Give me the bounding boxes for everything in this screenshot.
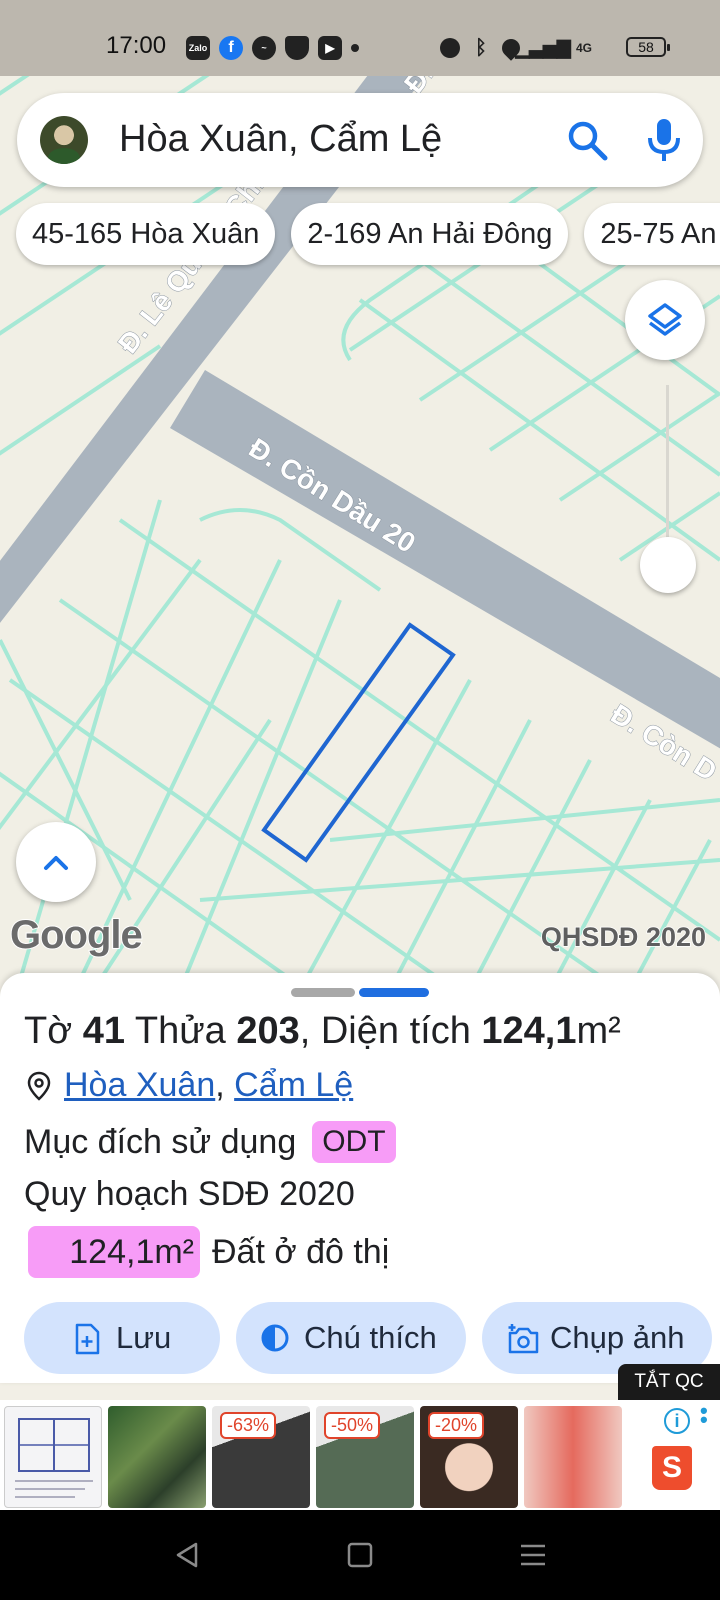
chip-hoa-xuan[interactable]: 45-165 Hòa Xuân <box>16 203 276 265</box>
plan-area-badge: 124,1m² <box>28 1226 200 1278</box>
ad-menu-icon[interactable]: • • <box>700 1400 708 1431</box>
opacity-slider-thumb[interactable] <box>640 537 696 593</box>
search-icon[interactable] <box>565 118 609 162</box>
discount-badge: -50% <box>324 1412 381 1439</box>
save-button[interactable]: Lưu <box>24 1302 220 1374</box>
status-time: 17:00 <box>106 32 167 59</box>
battery-icon: 58 <box>626 37 670 57</box>
ad-info-icon[interactable]: i <box>664 1408 690 1434</box>
opacity-slider-track[interactable] <box>666 385 669 555</box>
ad-banner[interactable]: -63% -50% -20% i • • S <box>0 1400 720 1510</box>
home-icon[interactable] <box>345 1540 375 1570</box>
discount-badge: -20% <box>428 1412 485 1439</box>
back-icon[interactable] <box>172 1540 202 1570</box>
status-bar: 17:00 Zalo f ~ ▶ ᛒ ▁▃▅▇ 4G 58 <box>0 0 720 76</box>
ad-tile-drawing[interactable] <box>4 1406 102 1508</box>
screenshot-label: Chụp ảnh <box>550 1320 685 1355</box>
area-value: 124,1 <box>481 1010 577 1052</box>
avatar[interactable] <box>40 116 88 164</box>
location-line: Hòa Xuân, Cẩm Lệ <box>26 1066 353 1105</box>
discount-badge: -63% <box>220 1412 277 1439</box>
legend-label: Chú thích <box>304 1320 437 1355</box>
google-logo: Google <box>9 912 144 958</box>
lot-number: 203 <box>236 1010 300 1052</box>
location-separator: , <box>215 1066 225 1104</box>
save-label: Lưu <box>116 1320 172 1355</box>
ad-tile-fashion[interactable] <box>524 1406 622 1508</box>
plan-area-line: 124,1m² Đất ở đô thị <box>28 1226 389 1278</box>
ad-close-button[interactable]: TẮT QC <box>618 1364 720 1400</box>
shield-icon <box>285 36 309 60</box>
ad-tile-circuit[interactable] <box>108 1406 206 1508</box>
chip-an[interactable]: 25-75 An <box>584 203 720 265</box>
sheet-number: 41 <box>82 1010 125 1052</box>
overlay-label: QHSDĐ 2020 <box>540 921 707 953</box>
ad-drawing-image <box>15 1418 93 1498</box>
plan-label: Quy hoạch SDĐ 2020 <box>24 1175 355 1213</box>
network-4g-icon: 4G <box>575 41 592 55</box>
sheet-label: Tờ <box>24 1010 73 1052</box>
zalo-icon: Zalo <box>186 36 210 60</box>
sheet-handle-left[interactable] <box>291 988 355 997</box>
map-view[interactable]: Đ. Lê Quảng Chí Đ. Cồn Dầu 20 Đ. Còn D Đ… <box>0 0 720 980</box>
area-unit: m² <box>576 1010 621 1052</box>
parcel-info-sheet: Tờ 41 Thửa 203, Diện tích 124,1m² Hòa Xu… <box>0 973 720 1383</box>
layers-button[interactable] <box>625 280 705 360</box>
navigation-bar <box>0 1510 720 1600</box>
purpose-label: Mục đích sử dụng <box>24 1122 297 1161</box>
plan-type: Đất ở đô thị <box>212 1232 390 1271</box>
area-label: , Diện tích <box>299 1010 471 1052</box>
search-input[interactable]: Hòa Xuân, Cẩm Lệ <box>119 118 442 161</box>
system-icons: ᛒ ▁▃▅▇ 4G <box>440 35 611 61</box>
district-link[interactable]: Cẩm Lệ <box>234 1066 353 1105</box>
sheet-handle-right[interactable] <box>359 988 429 997</box>
action-buttons: Lưu Chú thích Chụp ảnh <box>24 1302 712 1374</box>
parcel-title: Tờ 41 Thửa 203, Diện tích 124,1m² <box>24 1010 621 1053</box>
contrast-icon <box>261 1324 289 1352</box>
alarm-icon <box>440 38 460 58</box>
purpose-badge: ODT <box>312 1121 396 1163</box>
expand-sheet-button[interactable] <box>16 822 96 902</box>
signal-icon: ▁▃▅▇ <box>515 37 571 58</box>
add-document-icon <box>75 1323 100 1355</box>
location-pin-icon <box>27 1071 51 1101</box>
legend-button[interactable]: Chú thích <box>236 1302 466 1374</box>
messenger-icon: ~ <box>252 36 276 60</box>
shopee-icon[interactable]: S <box>652 1446 692 1490</box>
facebook-icon: f <box>219 36 243 60</box>
chip-an-hai-dong[interactable]: 2-169 An Hải Đông <box>291 203 569 265</box>
layers-icon <box>648 303 682 336</box>
youtube-icon: ▶ <box>318 36 342 60</box>
bluetooth-icon: ᛒ <box>475 36 487 59</box>
add-photo-icon <box>508 1324 539 1354</box>
ward-link[interactable]: Hòa Xuân <box>64 1066 215 1105</box>
chevron-up-icon <box>44 856 68 870</box>
more-dot-icon <box>351 44 359 52</box>
ad-tile-glass-1[interactable]: -63% <box>212 1406 310 1508</box>
purpose-line: Mục đích sử dụng ODT <box>24 1121 396 1163</box>
lot-label: Thửa <box>134 1010 226 1052</box>
notification-icons: Zalo f ~ ▶ <box>186 36 368 60</box>
suggestion-chips: 45-165 Hòa Xuân 2-169 An Hải Đông 25-75 … <box>16 203 720 265</box>
ad-tile-portrait[interactable]: -20% <box>420 1406 518 1508</box>
recents-menu-icon[interactable] <box>518 1540 548 1570</box>
ad-tile-glass-2[interactable]: -50% <box>316 1406 414 1508</box>
mic-icon[interactable] <box>642 116 686 164</box>
search-bar[interactable]: Hòa Xuân, Cẩm Lệ <box>17 93 703 187</box>
